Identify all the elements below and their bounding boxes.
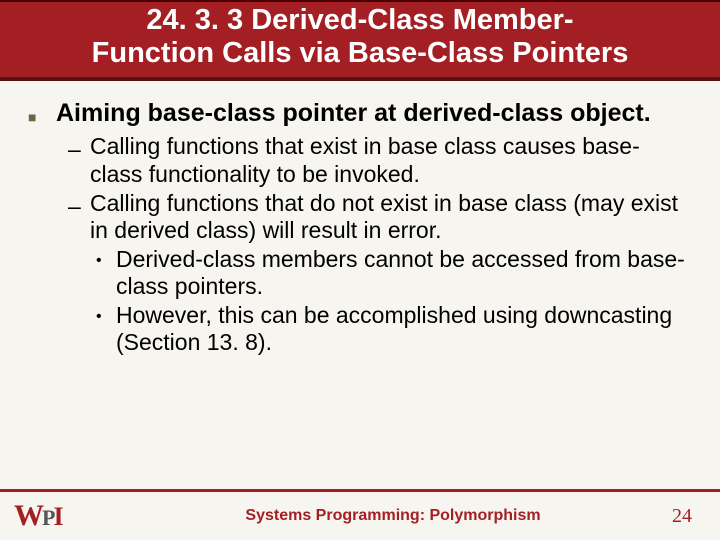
bullet-level-3: • However, this can be accomplished usin… [96,302,692,356]
title-line-2: Function Calls via Base-Class Pointers [92,37,629,69]
dot-bullet-icon: • [96,246,116,300]
dash-bullet-icon: – [68,133,90,187]
page-number: 24 [672,505,692,528]
slide-footer: WPI Systems Programming: Polymorphism 24 [0,492,720,540]
slide: 24. 3. 3 Derived-Class Member- Function … [0,0,720,540]
bullet-text: Aiming base-class pointer at derived-cla… [56,99,692,128]
dot-bullet-icon: • [96,302,116,356]
slide-content: ■ Aiming base-class pointer at derived-c… [0,81,720,357]
bullet-level-1: ■ Aiming base-class pointer at derived-c… [28,99,692,128]
square-bullet-icon: ■ [28,99,56,128]
bullet-text: Calling functions that exist in base cla… [90,133,692,187]
bullet-level-3: • Derived-class members cannot be access… [96,246,692,300]
bullet-level-2: – Calling functions that exist in base c… [68,133,692,187]
footer-course-title: Systems Programming: Polymorphism [86,507,720,525]
wpi-logo: WPI [0,499,86,533]
bullet-text: Calling functions that do not exist in b… [90,190,692,244]
title-line-1: 24. 3. 3 Derived-Class Member- [146,4,573,36]
bullet-text: Derived-class members cannot be accessed… [116,246,692,300]
slide-title: 24. 3. 3 Derived-Class Member- Function … [0,2,720,81]
bullet-text: However, this can be accomplished using … [116,302,692,356]
dash-bullet-icon: – [68,190,90,244]
bullet-level-2: – Calling functions that do not exist in… [68,190,692,244]
